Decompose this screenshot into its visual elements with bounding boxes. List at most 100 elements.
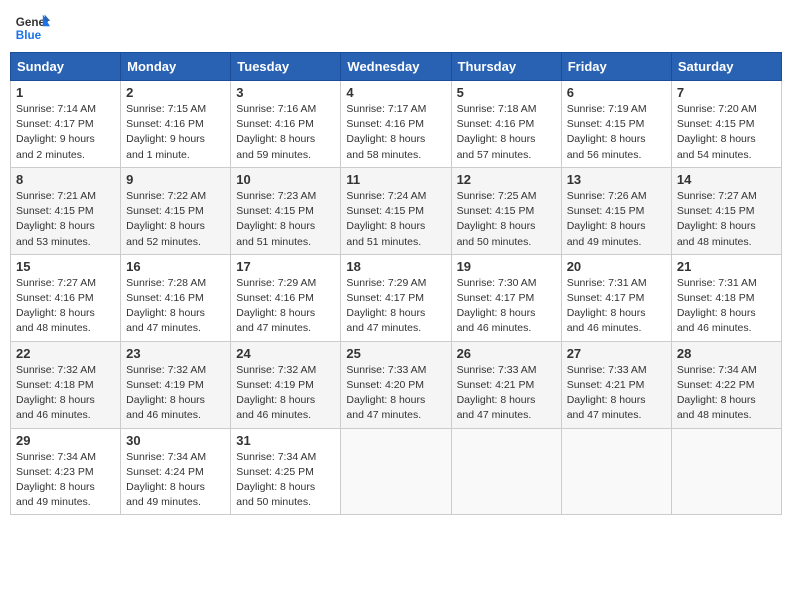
calendar-cell	[561, 428, 671, 515]
day-number: 15	[16, 259, 115, 274]
column-header-saturday: Saturday	[671, 53, 781, 81]
day-info: Sunrise: 7:34 AM Sunset: 4:22 PM Dayligh…	[677, 363, 776, 424]
day-number: 19	[457, 259, 556, 274]
calendar-cell	[671, 428, 781, 515]
day-number: 25	[346, 346, 445, 361]
day-number: 9	[126, 172, 225, 187]
day-number: 23	[126, 346, 225, 361]
day-number: 27	[567, 346, 666, 361]
calendar-cell: 15 Sunrise: 7:27 AM Sunset: 4:16 PM Dayli…	[11, 254, 121, 341]
calendar-cell: 29Sunrise: 7:34 AM Sunset: 4:23 PM Dayli…	[11, 428, 121, 515]
day-number: 3	[236, 85, 335, 100]
calendar-cell: 31 Sunrise: 7:34 AM Sunset: 4:25 PM Dayli…	[231, 428, 341, 515]
day-info: Sunrise: 7:26 AM Sunset: 4:15 PM Dayligh…	[567, 189, 666, 250]
day-info: Sunrise: 7:23 AM Sunset: 4:15 PM Dayligh…	[236, 189, 335, 250]
day-info: Sunrise: 7:21 AM Sunset: 4:15 PM Dayligh…	[16, 189, 115, 250]
day-number: 10	[236, 172, 335, 187]
day-number: 29	[16, 433, 115, 448]
calendar-cell: 24 Sunrise: 7:32 AM Sunset: 4:19 PM Dayli…	[231, 341, 341, 428]
day-info: Sunrise: 7:34 AM Sunset: 4:25 PM Dayligh…	[236, 450, 335, 511]
day-number: 1	[16, 85, 115, 100]
column-header-tuesday: Tuesday	[231, 53, 341, 81]
day-info: Sunrise: 7:15 AM Sunset: 4:16 PM Dayligh…	[126, 102, 225, 163]
day-info: Sunrise: 7:32 AM Sunset: 4:19 PM Dayligh…	[236, 363, 335, 424]
day-number: 16	[126, 259, 225, 274]
calendar-cell: 26 Sunrise: 7:33 AM Sunset: 4:21 PM Dayli…	[451, 341, 561, 428]
calendar-cell: 7 Sunrise: 7:20 AM Sunset: 4:15 PM Daylig…	[671, 81, 781, 168]
logo: General Blue	[14, 10, 50, 46]
day-info: Sunrise: 7:28 AM Sunset: 4:16 PM Dayligh…	[126, 276, 225, 337]
day-info: Sunrise: 7:24 AM Sunset: 4:15 PM Dayligh…	[346, 189, 445, 250]
day-info: Sunrise: 7:17 AM Sunset: 4:16 PM Dayligh…	[346, 102, 445, 163]
day-number: 13	[567, 172, 666, 187]
calendar-cell: 1 Sunrise: 7:14 AM Sunset: 4:17 PM Daylig…	[11, 81, 121, 168]
calendar-header-row: SundayMondayTuesdayWednesdayThursdayFrid…	[11, 53, 782, 81]
column-header-sunday: Sunday	[11, 53, 121, 81]
calendar-cell: 4 Sunrise: 7:17 AM Sunset: 4:16 PM Daylig…	[341, 81, 451, 168]
day-number: 2	[126, 85, 225, 100]
calendar-week-row: 15 Sunrise: 7:27 AM Sunset: 4:16 PM Dayli…	[11, 254, 782, 341]
calendar-cell: 14 Sunrise: 7:27 AM Sunset: 4:15 PM Dayli…	[671, 167, 781, 254]
calendar-week-row: 22Sunrise: 7:32 AM Sunset: 4:18 PM Dayli…	[11, 341, 782, 428]
calendar-cell: 16 Sunrise: 7:28 AM Sunset: 4:16 PM Dayli…	[121, 254, 231, 341]
calendar-week-row: 1 Sunrise: 7:14 AM Sunset: 4:17 PM Daylig…	[11, 81, 782, 168]
day-number: 5	[457, 85, 556, 100]
day-number: 8	[16, 172, 115, 187]
day-info: Sunrise: 7:27 AM Sunset: 4:15 PM Dayligh…	[677, 189, 776, 250]
svg-text:Blue: Blue	[16, 29, 42, 42]
column-header-wednesday: Wednesday	[341, 53, 451, 81]
day-number: 6	[567, 85, 666, 100]
logo-icon: General Blue	[14, 10, 50, 46]
day-info: Sunrise: 7:22 AM Sunset: 4:15 PM Dayligh…	[126, 189, 225, 250]
day-info: Sunrise: 7:16 AM Sunset: 4:16 PM Dayligh…	[236, 102, 335, 163]
day-number: 28	[677, 346, 776, 361]
calendar-cell: 20Sunrise: 7:31 AM Sunset: 4:17 PM Dayli…	[561, 254, 671, 341]
day-info: Sunrise: 7:18 AM Sunset: 4:16 PM Dayligh…	[457, 102, 556, 163]
column-header-monday: Monday	[121, 53, 231, 81]
day-info: Sunrise: 7:20 AM Sunset: 4:15 PM Dayligh…	[677, 102, 776, 163]
day-info: Sunrise: 7:33 AM Sunset: 4:21 PM Dayligh…	[457, 363, 556, 424]
calendar-cell: 3 Sunrise: 7:16 AM Sunset: 4:16 PM Daylig…	[231, 81, 341, 168]
calendar-cell: 9 Sunrise: 7:22 AM Sunset: 4:15 PM Daylig…	[121, 167, 231, 254]
calendar-cell: 17 Sunrise: 7:29 AM Sunset: 4:16 PM Dayli…	[231, 254, 341, 341]
calendar-cell: 22Sunrise: 7:32 AM Sunset: 4:18 PM Dayli…	[11, 341, 121, 428]
day-info: Sunrise: 7:30 AM Sunset: 4:17 PM Dayligh…	[457, 276, 556, 337]
page-header: General Blue	[10, 10, 782, 46]
day-info: Sunrise: 7:19 AM Sunset: 4:15 PM Dayligh…	[567, 102, 666, 163]
calendar-cell: 25Sunrise: 7:33 AM Sunset: 4:20 PM Dayli…	[341, 341, 451, 428]
calendar-cell: 23 Sunrise: 7:32 AM Sunset: 4:19 PM Dayli…	[121, 341, 231, 428]
calendar-cell: 28 Sunrise: 7:34 AM Sunset: 4:22 PM Dayli…	[671, 341, 781, 428]
calendar-cell: 10 Sunrise: 7:23 AM Sunset: 4:15 PM Dayli…	[231, 167, 341, 254]
calendar-cell: 27 Sunrise: 7:33 AM Sunset: 4:21 PM Dayli…	[561, 341, 671, 428]
column-header-friday: Friday	[561, 53, 671, 81]
day-info: Sunrise: 7:29 AM Sunset: 4:17 PM Dayligh…	[346, 276, 445, 337]
day-number: 21	[677, 259, 776, 274]
calendar-cell: 6 Sunrise: 7:19 AM Sunset: 4:15 PM Daylig…	[561, 81, 671, 168]
day-number: 4	[346, 85, 445, 100]
day-info: Sunrise: 7:27 AM Sunset: 4:16 PM Dayligh…	[16, 276, 115, 337]
day-number: 18	[346, 259, 445, 274]
day-number: 31	[236, 433, 335, 448]
calendar-cell: 18 Sunrise: 7:29 AM Sunset: 4:17 PM Dayli…	[341, 254, 451, 341]
calendar-cell: 30Sunrise: 7:34 AM Sunset: 4:24 PM Dayli…	[121, 428, 231, 515]
day-number: 7	[677, 85, 776, 100]
day-number: 26	[457, 346, 556, 361]
day-number: 14	[677, 172, 776, 187]
calendar-table: SundayMondayTuesdayWednesdayThursdayFrid…	[10, 52, 782, 515]
day-number: 24	[236, 346, 335, 361]
day-info: Sunrise: 7:32 AM Sunset: 4:19 PM Dayligh…	[126, 363, 225, 424]
calendar-cell: 2 Sunrise: 7:15 AM Sunset: 4:16 PM Daylig…	[121, 81, 231, 168]
calendar-week-row: 29Sunrise: 7:34 AM Sunset: 4:23 PM Dayli…	[11, 428, 782, 515]
day-info: Sunrise: 7:33 AM Sunset: 4:21 PM Dayligh…	[567, 363, 666, 424]
day-number: 17	[236, 259, 335, 274]
day-info: Sunrise: 7:29 AM Sunset: 4:16 PM Dayligh…	[236, 276, 335, 337]
day-info: Sunrise: 7:14 AM Sunset: 4:17 PM Dayligh…	[16, 102, 115, 163]
calendar-cell: 13 Sunrise: 7:26 AM Sunset: 4:15 PM Dayli…	[561, 167, 671, 254]
day-info: Sunrise: 7:25 AM Sunset: 4:15 PM Dayligh…	[457, 189, 556, 250]
day-number: 22	[16, 346, 115, 361]
calendar-cell: 8 Sunrise: 7:21 AM Sunset: 4:15 PM Daylig…	[11, 167, 121, 254]
column-header-thursday: Thursday	[451, 53, 561, 81]
day-info: Sunrise: 7:31 AM Sunset: 4:18 PM Dayligh…	[677, 276, 776, 337]
day-info: Sunrise: 7:31 AM Sunset: 4:17 PM Dayligh…	[567, 276, 666, 337]
day-number: 12	[457, 172, 556, 187]
